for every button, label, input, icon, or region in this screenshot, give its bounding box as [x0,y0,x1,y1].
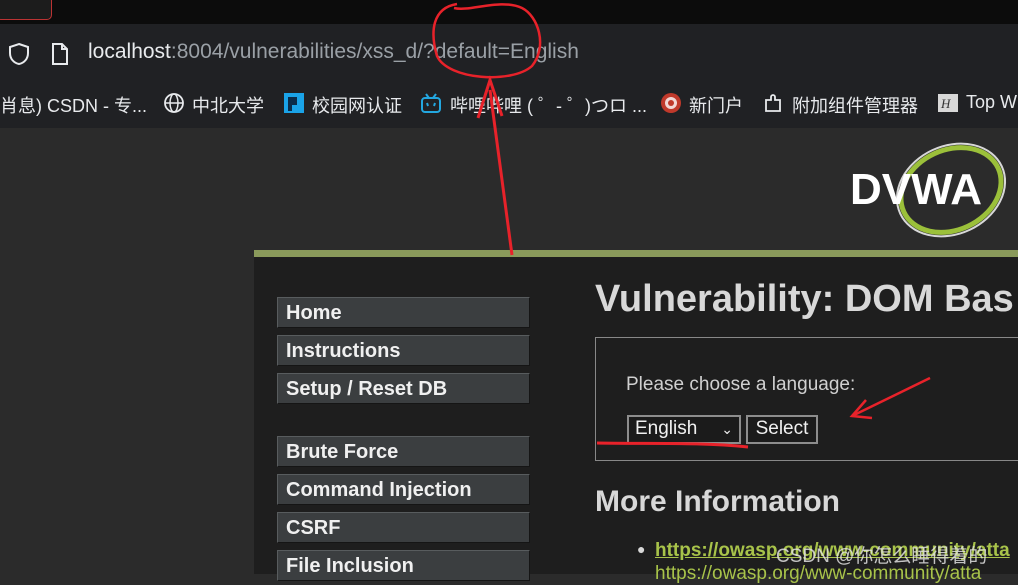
menu-item-instructions[interactable]: Instructions [277,335,530,366]
select-button[interactable]: Select [746,415,818,444]
menu-item-brute-force[interactable]: Brute Force [277,436,530,467]
top-icon: H [938,94,958,112]
menu-item-command-injection[interactable]: Command Injection [277,474,530,505]
bookmark-addons[interactable]: 附加组件管理器 [792,92,918,118]
svg-text:DVWA: DVWA [850,165,982,214]
bookmark-top[interactable]: Top W [966,92,1017,113]
portal-icon [661,93,681,113]
menu-item-csrf[interactable]: CSRF [277,512,530,543]
more-info-heading: More Information [595,485,840,518]
header-divider [254,250,1018,257]
menu-item-home[interactable]: Home [277,297,530,328]
menu-item-setup[interactable]: Setup / Reset DB [277,373,530,404]
puzzle-icon [765,94,781,112]
dvwa-logo: DVWA [850,142,1007,238]
language-label: Please choose a language: [626,374,856,395]
language-select[interactable]: English ⌄ [627,415,741,444]
page-title: Vulnerability: DOM Bas [595,278,1014,320]
url-text[interactable]: localhost:8004/vulnerabilities/xss_d/?de… [88,40,579,64]
more-info-link-2[interactable]: https://owasp.org/www-community/atta [655,563,981,585]
bookmark-csdn[interactable]: 肖息) CSDN - 专... [0,92,147,118]
globe-icon [164,93,184,113]
chevron-down-icon: ⌄ [721,421,733,437]
bookmark-nuc[interactable]: 中北大学 [192,92,264,118]
page-icon [52,43,68,65]
selected-language: English [635,418,698,439]
bookmark-bilibili[interactable]: 哔哩哔哩 ( ゜- ゜)つロ ... [450,92,647,118]
bookmark-campus-net[interactable]: 校园网认证 [312,92,402,118]
menu-item-file-inclusion[interactable]: File Inclusion [277,550,530,581]
bilibili-icon [421,93,441,113]
bullet-icon: ● [637,541,646,557]
svg-text:H: H [940,96,951,111]
shield-icon[interactable] [8,42,30,66]
tab-strip [0,0,1018,24]
bookmark-portal[interactable]: 新门户 [689,92,743,118]
browser-tab[interactable] [0,0,52,20]
campus-net-icon [284,93,304,113]
